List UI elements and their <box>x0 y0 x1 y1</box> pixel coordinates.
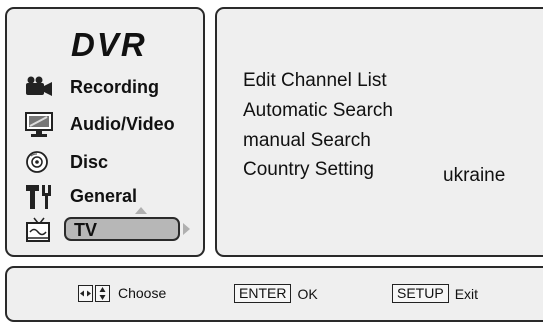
country-setting-value[interactable]: ukraine <box>443 165 505 187</box>
menu-title: DVR <box>71 26 147 63</box>
left-right-arrow-key-icon <box>78 284 93 302</box>
menu-item-label: General <box>70 186 138 206</box>
option-edit-channel-list[interactable]: Edit Channel List <box>243 70 387 92</box>
menu-item-disc[interactable]: Disc <box>23 148 203 178</box>
hint-setup-label: Exit <box>454 285 479 302</box>
hint-enter-label: OK <box>297 285 318 302</box>
menu-item-label: Audio/Video <box>70 114 175 134</box>
hint-setup: SETUP Exit <box>392 284 478 304</box>
menu-item-recording[interactable]: Recording <box>23 73 203 103</box>
menu-item-tv[interactable]: TV <box>23 207 203 245</box>
option-country-setting[interactable]: Country Setting <box>243 159 374 181</box>
tools-icon <box>25 184 51 209</box>
menu-item-label: TV <box>74 220 98 240</box>
monitor-icon <box>25 112 53 137</box>
main-menu-panel: DVR Recording Audio/Video Disc General T… <box>5 7 205 257</box>
up-arrow-icon <box>135 207 147 214</box>
menu-item-general[interactable]: General <box>23 182 203 212</box>
setup-key: SETUP <box>392 284 449 303</box>
option-automatic-search[interactable]: Automatic Search <box>243 100 393 122</box>
hint-choose: Choose <box>78 284 166 304</box>
option-manual-search[interactable]: manual Search <box>243 130 371 152</box>
hint-choose-label: Choose <box>118 285 167 302</box>
hint-enter: ENTER OK <box>234 284 318 304</box>
enter-key: ENTER <box>234 284 292 303</box>
up-down-arrow-key-icon <box>95 284 110 302</box>
key-hint-bar: Choose ENTER OK SETUP Exit <box>5 266 543 322</box>
right-arrow-icon <box>183 223 190 235</box>
menu-item-label: Disc <box>70 152 109 172</box>
menu-item-label: Recording <box>70 77 160 97</box>
disc-icon <box>25 150 51 174</box>
camcorder-icon <box>25 75 52 99</box>
menu-item-audio-video[interactable]: Audio/Video <box>23 110 203 140</box>
submenu-panel: Edit Channel List Automatic Search manua… <box>215 7 543 257</box>
tv-icon <box>25 217 51 242</box>
